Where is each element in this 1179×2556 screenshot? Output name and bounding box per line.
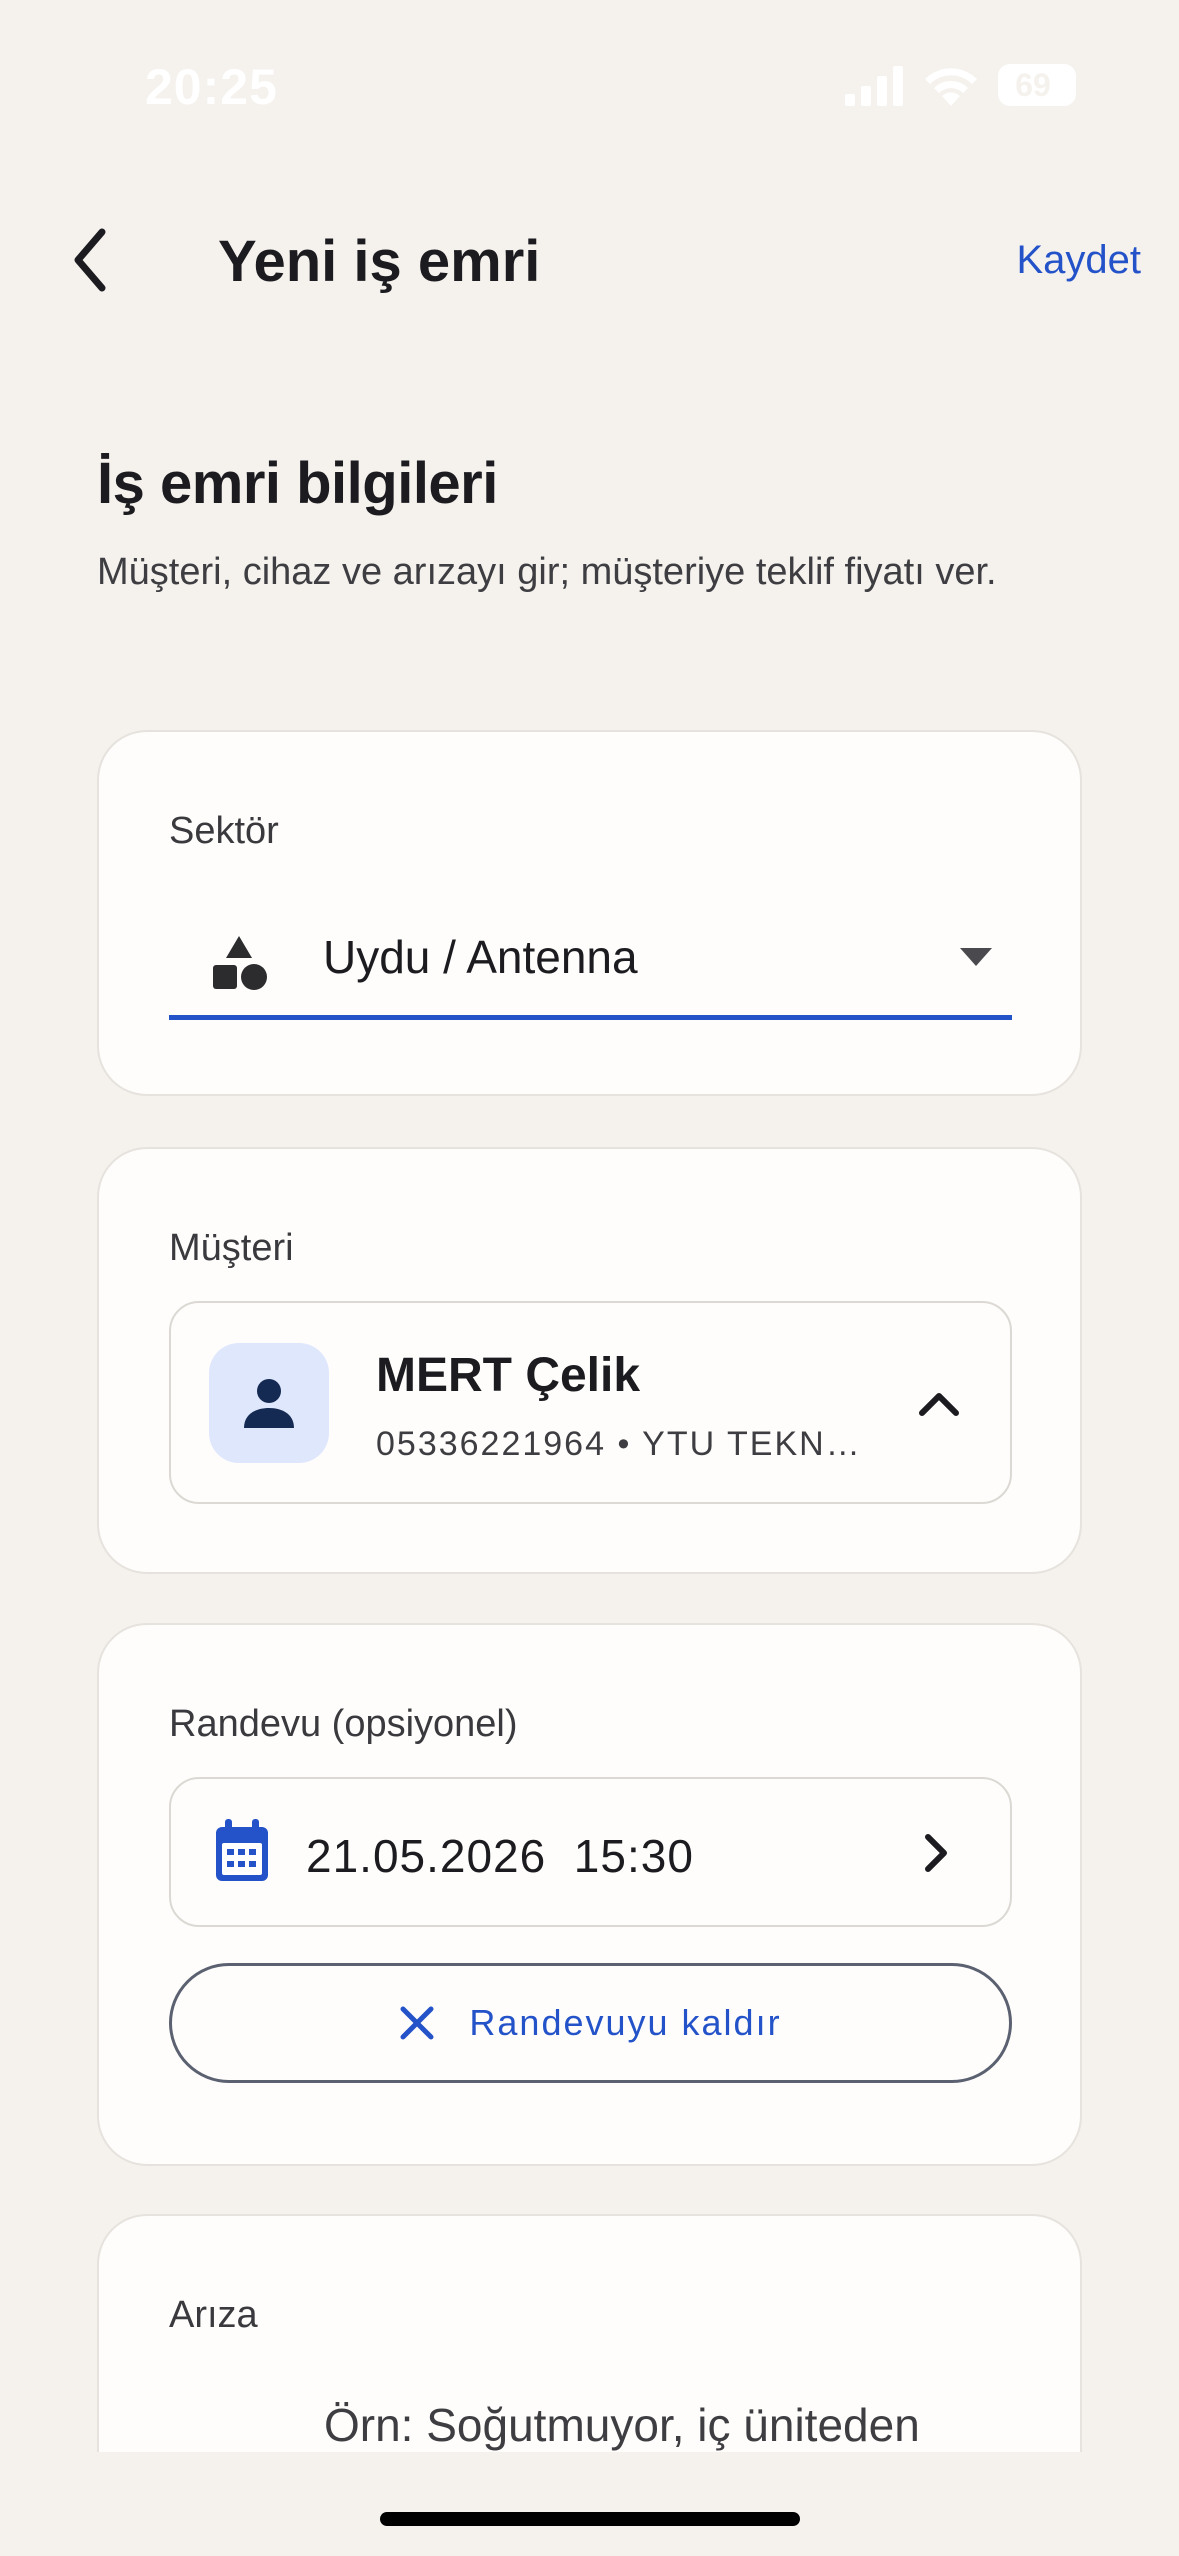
app-bar: Yeni iş emri Kaydet [0,190,1179,330]
customer-details: 05336221964 • YTU TEKN… [376,1425,862,1463]
sector-dropdown[interactable]: Uydu / Antenna [169,902,1012,1020]
appointment-label: Randevu (opsiyonel) [169,1703,518,1745]
category-shapes-icon [213,936,267,990]
section-title: İş emri bilgileri [97,451,498,516]
appointment-picker[interactable]: 21.05.2026 15:30 [169,1777,1012,1927]
sector-label: Sektör [169,810,279,852]
calendar-icon [216,1819,268,1881]
page-title: Yeni iş emri [218,229,541,294]
status-time: 20:25 [145,59,278,115]
customer-label: Müşteri [169,1227,294,1269]
close-icon [400,2006,434,2040]
chevron-right-icon [925,1834,947,1872]
remove-appointment-label: Randevuyu kaldır [469,2002,782,2043]
back-button[interactable] [50,220,130,300]
customer-name: MERT Çelik [376,1349,641,1402]
appointment-card: Randevu (opsiyonel) 21.05.2026 15:30 Ran… [97,1623,1082,2166]
fault-label: Arıza [169,2294,258,2336]
home-indicator[interactable] [380,2512,800,2526]
fault-input[interactable]: Örn: Soğutmuyor, iç üniteden [324,2398,920,2452]
remove-appointment-button[interactable]: Randevuyu kaldır [169,1963,1012,2083]
cellular-signal-icon [845,66,903,106]
battery-level: 69 [1015,67,1051,103]
battery-icon: 69 [998,64,1076,106]
sector-card: Sektör Uydu / Antenna [97,730,1082,1096]
section-description: Müşteri, cihaz ve arızayı gir; müşteriye… [97,551,997,593]
customer-selector[interactable]: MERT Çelik 05336221964 • YTU TEKN… [169,1301,1012,1504]
appointment-datetime: 21.05.2026 15:30 [306,1830,694,1882]
chevron-up-icon [919,1393,959,1416]
sector-value: Uydu / Antenna [323,931,638,983]
chevron-left-icon [74,228,106,292]
status-bar: 20:25 69 [0,0,1179,170]
page: 20:25 69 Yeni iş emri Kaydet İş emri bil… [0,0,1179,2556]
wifi-icon [925,68,977,106]
save-button[interactable]: Kaydet [1016,238,1141,283]
person-icon [244,1379,294,1428]
avatar [209,1343,329,1463]
bottom-safe-area [0,2452,1179,2556]
dropdown-arrow-icon [960,948,992,966]
customer-card: Müşteri MERT Çelik 05336221964 • YTU TEK… [97,1147,1082,1574]
